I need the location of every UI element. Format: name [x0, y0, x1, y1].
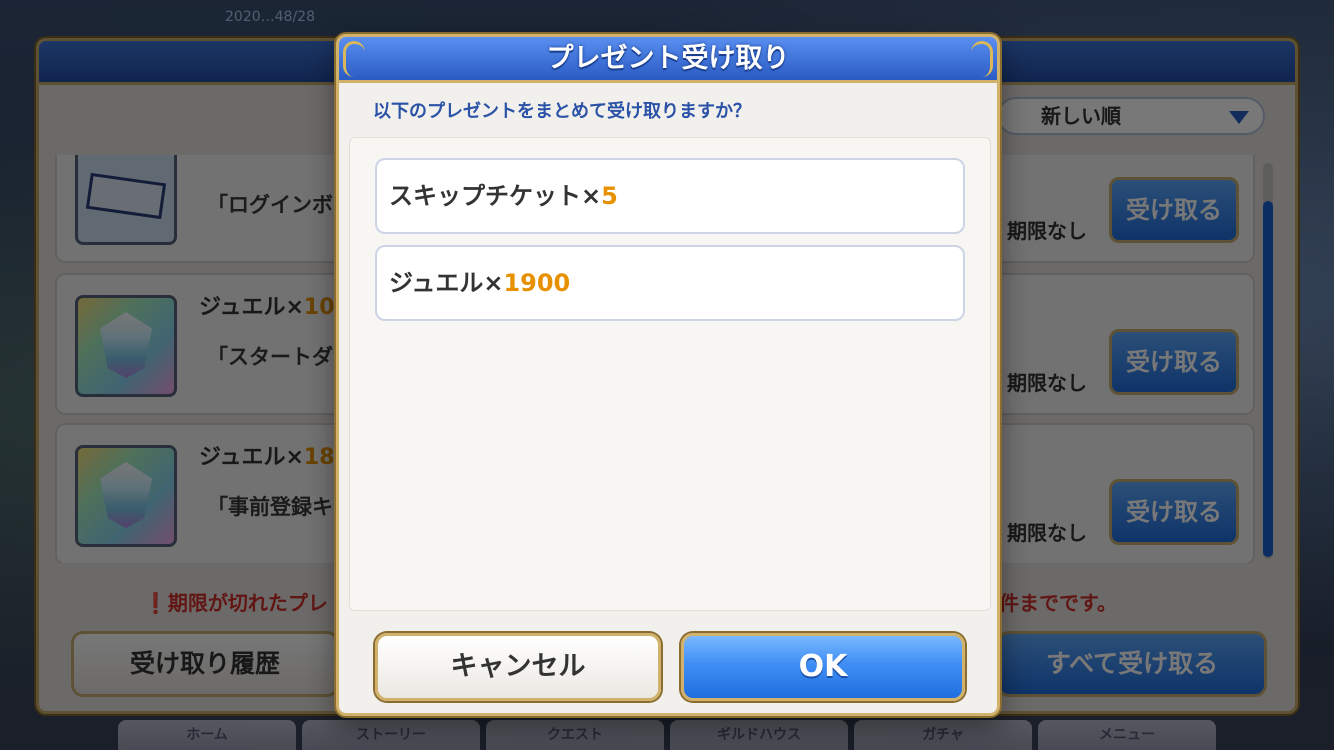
dialog-item: スキップチケット×5 — [375, 158, 965, 234]
dialog-item-name: ジュエル× — [389, 269, 504, 297]
dialog-item-name: スキップチケット× — [389, 182, 602, 210]
dialog-question: 以下のプレゼントをまとめて受け取りますか？ — [373, 101, 751, 122]
ok-button[interactable]: OK — [681, 633, 965, 701]
dialog-item-qty: 5 — [601, 182, 618, 210]
dialog-header: プレゼント受け取り — [339, 37, 997, 83]
dialog-item-qty: 1900 — [503, 269, 571, 297]
cancel-button[interactable]: キャンセル — [375, 633, 661, 701]
receive-confirm-dialog: プレゼント受け取り 以下のプレゼントをまとめて受け取りますか？ スキップチケット… — [336, 34, 1000, 716]
dialog-title: プレゼント受け取り — [546, 43, 790, 74]
dialog-item-list: スキップチケット×5 ジュエル×1900 — [349, 137, 991, 611]
dialog-item: ジュエル×1900 — [375, 245, 965, 321]
